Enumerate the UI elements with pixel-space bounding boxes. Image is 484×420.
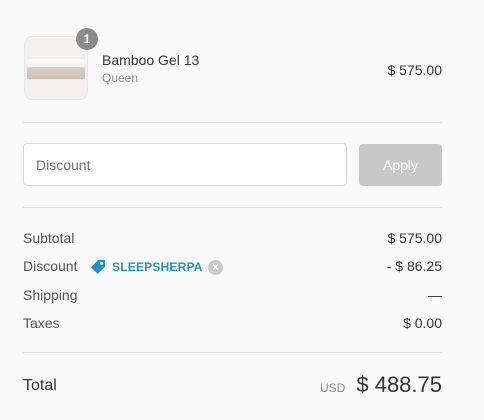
mattress-image-body [27, 67, 85, 79]
subtotal-value: $ 575.00 [387, 230, 443, 246]
shipping-value: — [428, 287, 442, 303]
discount-label: Discount [23, 258, 78, 274]
currency-code: USD [320, 381, 346, 395]
product-price: $ 575.00 [387, 62, 443, 78]
order-summary: 1 Bamboo Gel 13 Queen $ 575.00 Apply Sub… [23, 0, 442, 420]
divider [23, 352, 442, 353]
discount-value: - $ 86.25 [386, 258, 442, 274]
shipping-label: Shipping [23, 287, 78, 303]
discount-code-input[interactable] [23, 143, 347, 186]
divider [23, 207, 442, 208]
remove-discount-icon[interactable]: × [208, 260, 223, 275]
subtotal-label: Subtotal [23, 230, 75, 246]
tag-icon [91, 260, 105, 274]
subtotal-line: Subtotal $ 575.00 [23, 230, 442, 250]
quantity-badge: 1 [75, 27, 99, 51]
divider [23, 122, 442, 123]
total-value: $ 488.75 [356, 372, 442, 397]
shipping-line: Shipping — [23, 287, 442, 307]
discount-code: SLEEPSHERPA [112, 260, 203, 274]
total-label: Total [23, 377, 57, 394]
taxes-label: Taxes [23, 315, 60, 331]
discount-line: Discount SLEEPSHERPA × - $ 86.25 [23, 258, 442, 278]
line-item: 1 Bamboo Gel 13 Queen $ 575.00 [23, 27, 443, 100]
product-name: Bamboo Gel 13 [102, 52, 200, 68]
taxes-line: Taxes $ 0.00 [23, 315, 442, 335]
apply-discount-button[interactable]: Apply [359, 144, 442, 186]
taxes-value: $ 0.00 [403, 315, 442, 331]
product-variant: Queen [102, 71, 139, 85]
